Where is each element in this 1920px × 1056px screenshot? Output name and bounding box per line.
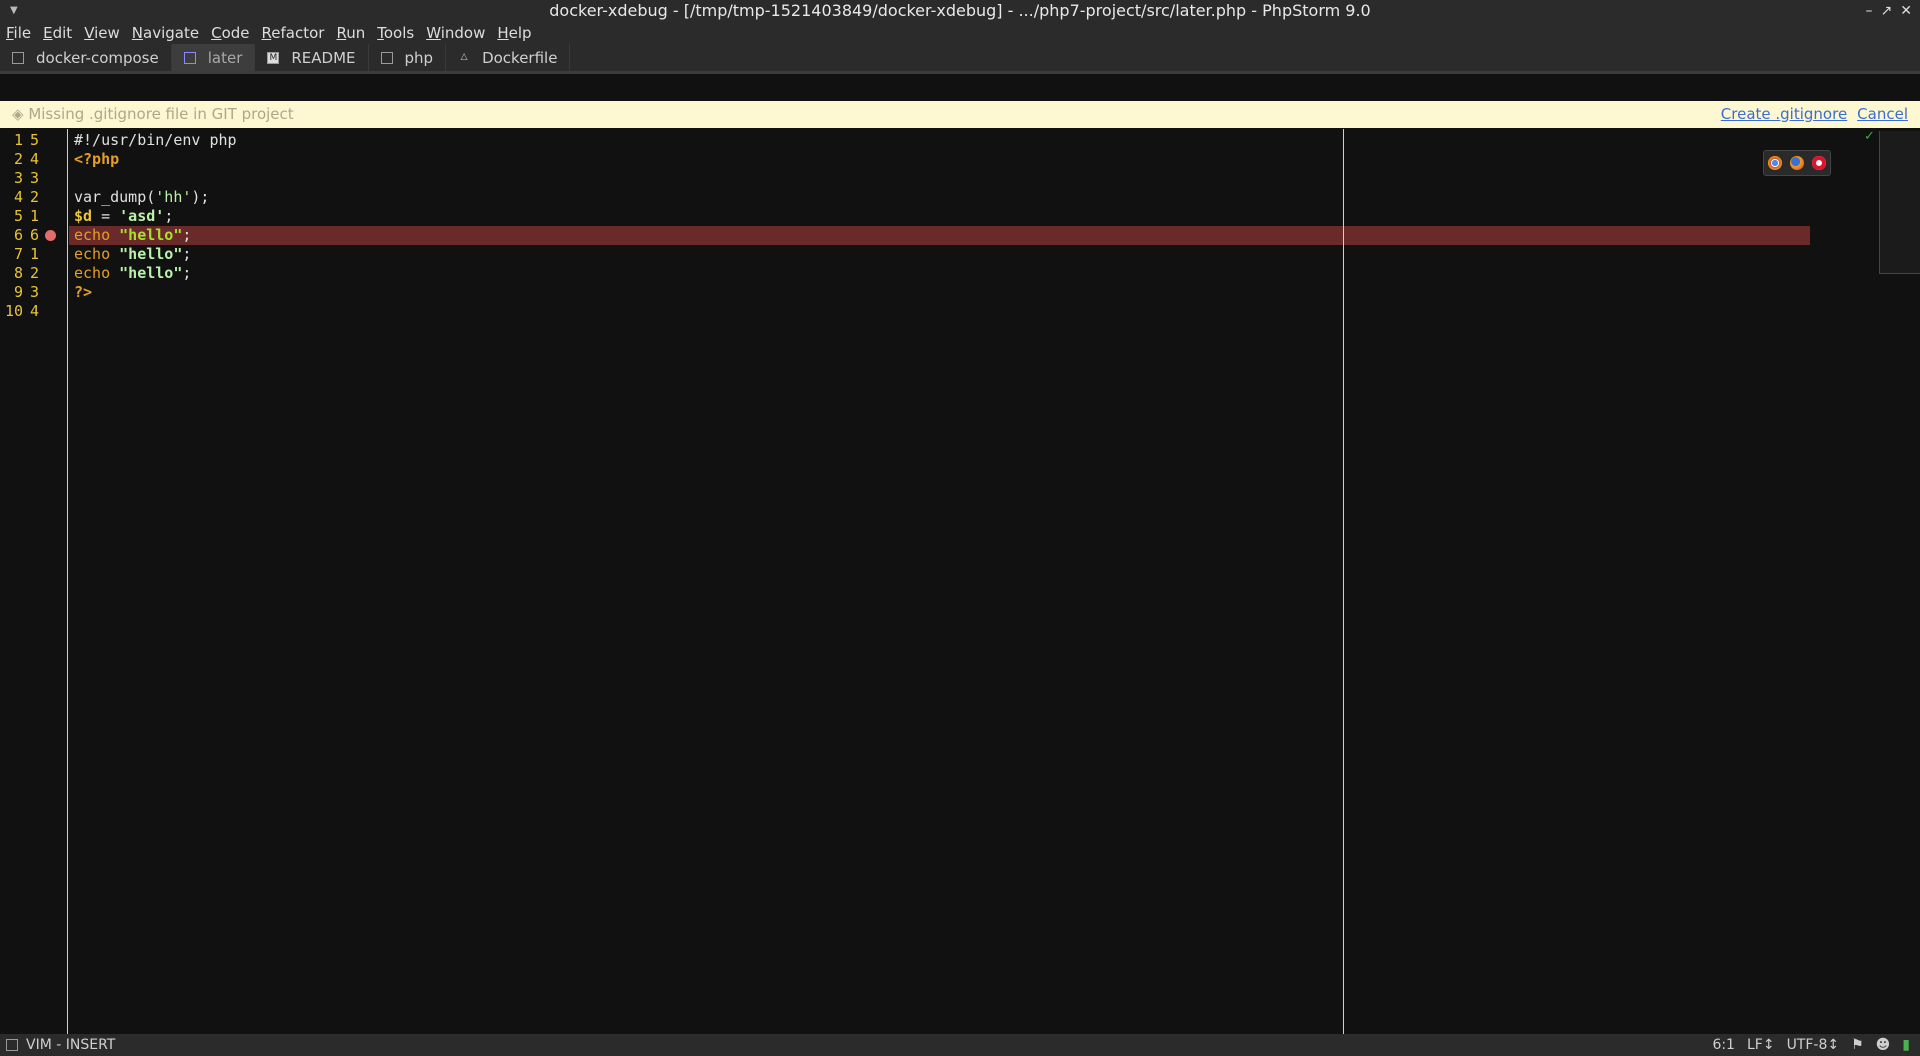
- line-number: 33: [14, 169, 40, 187]
- code-editor[interactable]: 15 24 33 42 51 66 71 82 93 10 4 #!/usr/bi…: [0, 129, 1920, 1034]
- tab-readme[interactable]: M README: [255, 44, 369, 71]
- line-number: 82: [14, 264, 40, 282]
- menu-refactor[interactable]: Refactor: [256, 22, 331, 44]
- inspector-icon[interactable]: ☻: [1876, 1034, 1891, 1056]
- create-gitignore-link[interactable]: Create .gitignore: [1721, 101, 1847, 128]
- caret-position[interactable]: 6:1: [1712, 1034, 1735, 1056]
- browser-popup: [1763, 150, 1831, 176]
- line-number-gutter[interactable]: 15 24 33 42 51 66 71 82 93 10 4: [0, 129, 68, 1034]
- tab-label: php: [404, 48, 434, 67]
- breakpoint-line: echo "hello";: [69, 226, 1810, 245]
- menu-code[interactable]: Code: [205, 22, 255, 44]
- line-number: 51: [14, 207, 40, 225]
- menu-navigate[interactable]: Navigate: [126, 22, 205, 44]
- file-encoding[interactable]: UTF-8↕: [1787, 1034, 1840, 1056]
- line-number: 10 4: [5, 302, 40, 320]
- chrome-icon[interactable]: [1768, 156, 1782, 170]
- tab-docker-compose[interactable]: docker-compose: [0, 44, 172, 71]
- opera-icon[interactable]: [1812, 156, 1826, 170]
- tab-label: README: [291, 48, 356, 67]
- code-line: $d = 'asd';: [74, 207, 174, 225]
- yaml-file-icon: [12, 51, 24, 64]
- line-number: 93: [14, 283, 40, 301]
- title-bar: ▼ docker-xdebug - [/tmp/tmp-1521403849/d…: [0, 0, 1920, 22]
- breakpoint-icon[interactable]: [45, 230, 56, 241]
- code-line: #!/usr/bin/env php: [74, 131, 237, 149]
- code-line: ?>: [74, 283, 93, 301]
- code-area[interactable]: #!/usr/bin/env php <?php var_dump('hh');…: [69, 129, 1920, 1034]
- window-menu-icon[interactable]: ▼: [10, 0, 18, 22]
- close-icon[interactable]: ✕: [1900, 0, 1912, 22]
- firefox-icon[interactable]: [1790, 156, 1804, 170]
- code-minimap[interactable]: [1879, 131, 1920, 274]
- docker-icon: △: [460, 51, 468, 62]
- php-file-icon: [183, 51, 196, 64]
- tab-dockerfile[interactable]: △ Dockerfile: [446, 44, 571, 71]
- tab-later[interactable]: later: [171, 44, 256, 71]
- cancel-link[interactable]: Cancel: [1857, 101, 1908, 128]
- gitignore-notification: ◈ Missing .gitignore file in GIT project…: [0, 101, 1920, 128]
- editor-header-gap: [0, 74, 1920, 101]
- menu-bar: File Edit View Navigate Code Refactor Ru…: [0, 22, 1920, 44]
- tab-label: docker-compose: [36, 48, 159, 67]
- lock-icon[interactable]: ⚑: [1851, 1034, 1864, 1056]
- notification-message: ◈ Missing .gitignore file in GIT project: [12, 105, 294, 123]
- tab-label: later: [207, 48, 243, 67]
- code-line: echo "hello";: [74, 245, 192, 263]
- line-separator[interactable]: LF↕: [1747, 1034, 1775, 1056]
- minimize-icon[interactable]: –: [1866, 0, 1873, 22]
- markdown-file-icon: M: [267, 51, 280, 64]
- menu-tools[interactable]: Tools: [371, 22, 420, 44]
- menu-help[interactable]: Help: [491, 22, 537, 44]
- window-controls: – ↗ ✕: [1866, 0, 1912, 22]
- maximize-icon[interactable]: ↗: [1881, 0, 1893, 22]
- vim-mode: VIM - INSERT: [26, 1037, 116, 1053]
- menu-run[interactable]: Run: [330, 22, 371, 44]
- editor-tabs: docker-compose later M README php △ Dock…: [0, 44, 1920, 74]
- menu-file[interactable]: File: [0, 22, 37, 44]
- menu-view[interactable]: View: [78, 22, 126, 44]
- status-bar: VIM - INSERT 6:1 LF↕ UTF-8↕ ⚑ ☻ ▮: [0, 1034, 1920, 1056]
- memory-indicator-icon[interactable]: ▮: [1902, 1034, 1910, 1056]
- code-line: <?php: [74, 150, 120, 168]
- right-margin-guide: [1343, 129, 1344, 1034]
- inspection-ok-icon[interactable]: ✓: [1864, 129, 1875, 144]
- line-number: 71: [14, 245, 40, 263]
- line-number: 66: [14, 226, 40, 244]
- menu-window[interactable]: Window: [420, 22, 491, 44]
- text-file-icon: [380, 51, 393, 64]
- tab-php[interactable]: php: [369, 44, 447, 71]
- menu-edit[interactable]: Edit: [37, 22, 78, 44]
- line-number: 24: [14, 150, 40, 168]
- window-title: docker-xdebug - [/tmp/tmp-1521403849/doc…: [549, 1, 1371, 20]
- code-line: var_dump('hh');: [74, 188, 210, 206]
- tab-label: Dockerfile: [482, 48, 558, 67]
- tool-windows-icon[interactable]: [6, 1039, 18, 1051]
- code-line: echo "hello";: [74, 264, 192, 282]
- line-number: 42: [14, 188, 40, 206]
- line-number: 15: [14, 131, 40, 149]
